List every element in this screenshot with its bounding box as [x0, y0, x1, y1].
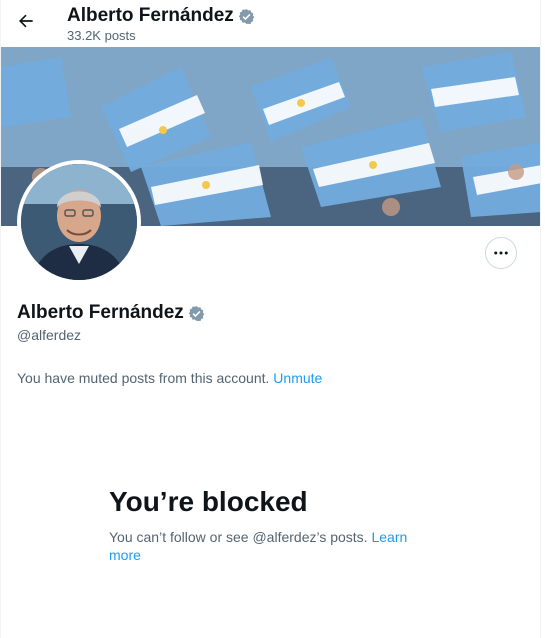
header-name: Alberto Fernández	[67, 5, 234, 26]
post-count: 33.2K posts	[67, 28, 136, 43]
unmute-link[interactable]: Unmute	[273, 370, 322, 386]
arrow-left-icon	[19, 14, 33, 28]
profile-handle: @alferdez	[17, 327, 82, 343]
profile-page: Alberto Fernández 33.2K posts Alberto Fe…	[0, 0, 541, 638]
blocked-message: You can’t follow or see @alferdez’s post…	[109, 528, 419, 564]
verified-badge-icon	[238, 8, 255, 24]
avatar-image	[21, 164, 137, 280]
more-options-button[interactable]	[485, 237, 517, 269]
profile-display-name: Alberto Fernández	[17, 302, 205, 324]
muted-notice-text: You have muted posts from this account.	[17, 370, 270, 386]
verified-badge-icon	[188, 305, 205, 321]
muted-notice: You have muted posts from this account. …	[17, 370, 322, 386]
more-horizontal-icon	[494, 251, 508, 255]
blocked-title: You’re blocked	[109, 486, 308, 517]
profile-header-bar: Alberto Fernández 33.2K posts	[1, 0, 540, 47]
back-button[interactable]	[9, 4, 43, 38]
header-title: Alberto Fernández	[67, 5, 255, 27]
profile-avatar[interactable]	[17, 160, 141, 284]
blocked-message-text: You can’t follow or see @alferdez’s post…	[109, 529, 368, 545]
profile-name-text: Alberto Fernández	[17, 302, 184, 323]
